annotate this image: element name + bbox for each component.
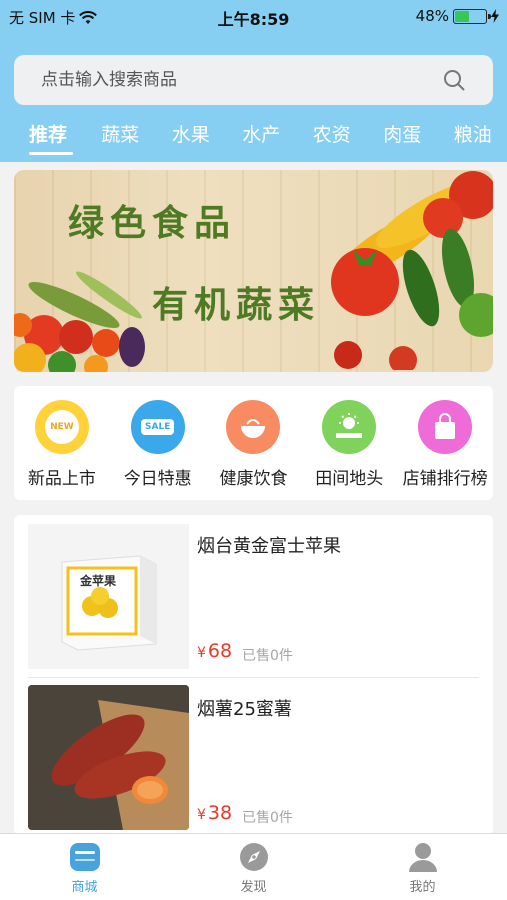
sold-count: 已售0件: [242, 810, 293, 826]
tab-fruits[interactable]: 水果: [156, 120, 227, 162]
apple-box-label: 金苹果: [80, 574, 117, 588]
sale-tag-icon: SALE: [130, 400, 185, 454]
quick-categories: NEW 新品上市 SALE 今日特惠 健康饮食 田间地头 店铺排行榜: [14, 386, 493, 500]
product-name: 烟台黄金富士苹果: [197, 536, 341, 557]
nav-discover[interactable]: 发现: [169, 834, 338, 900]
sun-field-icon: [322, 400, 377, 454]
product-price: ¥38: [197, 802, 232, 824]
search-input[interactable]: [14, 70, 414, 90]
nav-label: 我的: [409, 880, 436, 895]
sweet-potato-illustration: [28, 685, 189, 830]
battery-group: 48%: [416, 7, 499, 25]
battery-fill: [455, 10, 470, 22]
product-name: 烟薯25蜜薯: [197, 699, 292, 720]
shop-icon: [69, 843, 100, 871]
price-value: 38: [207, 802, 233, 824]
product-price: ¥68: [197, 640, 232, 662]
tab-grain-oil[interactable]: 粮油: [438, 120, 507, 162]
food-bowl-icon: [226, 400, 281, 454]
charging-bolt-icon: [491, 9, 499, 23]
search-bar[interactable]: [14, 55, 493, 105]
compass-icon: [239, 843, 268, 871]
new-badge-text: NEW: [44, 410, 79, 444]
battery-percent: 48%: [415, 7, 449, 25]
tab-meat-eggs[interactable]: 肉蛋: [367, 120, 438, 162]
banner-title-1: 绿色食品: [68, 202, 237, 244]
currency-symbol: ¥: [197, 645, 206, 661]
user-icon: [408, 843, 437, 872]
category-healthy-diet[interactable]: 健康饮食: [206, 386, 302, 500]
nav-label: 发现: [240, 880, 267, 895]
product-list: 金苹果 烟台黄金富士苹果 ¥68 已售0件 烟薯25蜜薯 ¥38 已售0件: [14, 515, 493, 835]
price-value: 68: [207, 640, 233, 662]
category-tabs: 推荐 蔬菜 水果 水产 农资 肉蛋 粮油: [0, 120, 507, 162]
nav-label: 商城: [71, 880, 98, 895]
tab-agri-supplies[interactable]: 农资: [297, 120, 368, 162]
search-icon[interactable]: [443, 69, 465, 91]
nav-profile[interactable]: 我的: [338, 834, 507, 900]
category-daily-deals[interactable]: SALE 今日特惠: [110, 386, 206, 500]
category-field-farm[interactable]: 田间地头: [301, 386, 397, 500]
currency-symbol: ¥: [197, 807, 206, 823]
battery-icon: [453, 8, 491, 24]
category-label: 今日特惠: [123, 469, 192, 489]
tab-recommend[interactable]: 推荐: [15, 120, 85, 162]
status-bar: 无 SIM 卡 上午8:59 48%: [0, 0, 507, 32]
product-image-apple-box: 金苹果: [28, 524, 189, 669]
new-badge-icon: NEW: [34, 400, 89, 454]
tab-seafood[interactable]: 水产: [226, 120, 297, 162]
category-label: 健康饮食: [219, 469, 288, 489]
category-label: 店铺排行榜: [402, 469, 488, 489]
product-image-sweet-potato: [28, 685, 189, 830]
banner-vegetables-left-illustration: [14, 271, 145, 372]
promo-banner[interactable]: 绿色食品 有机蔬菜: [14, 170, 493, 372]
category-label: 新品上市: [27, 469, 96, 489]
app-header: 无 SIM 卡 上午8:59 48% 推荐 蔬菜 水果 水产 农资 肉蛋 粮油: [0, 0, 507, 162]
tab-vegetables[interactable]: 蔬菜: [85, 120, 156, 162]
list-item[interactable]: 金苹果 烟台黄金富士苹果 ¥68 已售0件: [14, 515, 493, 677]
category-store-ranking[interactable]: 店铺排行榜: [397, 386, 493, 500]
sold-count: 已售0件: [242, 648, 293, 664]
list-item[interactable]: 烟薯25蜜薯 ¥38 已售0件: [14, 677, 493, 835]
shopping-bag-icon: [418, 400, 473, 454]
category-new-arrivals[interactable]: NEW 新品上市: [14, 386, 110, 500]
apple-box-illustration: [61, 555, 157, 651]
category-label: 田间地头: [315, 469, 384, 489]
sale-tag-text: SALE: [141, 419, 175, 435]
bottom-tab-bar: 商城 发现 我的: [0, 833, 507, 900]
banner-vegetables-right-illustration: [331, 171, 493, 370]
nav-shop[interactable]: 商城: [0, 834, 169, 900]
